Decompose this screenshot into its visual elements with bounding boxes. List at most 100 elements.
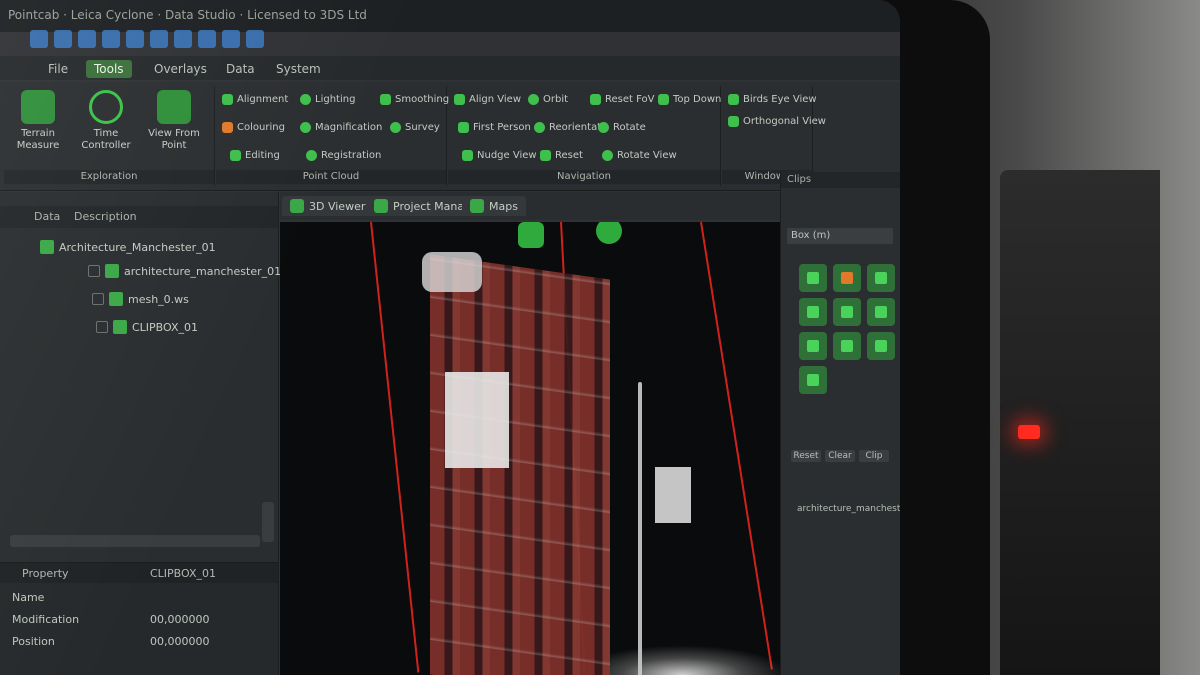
tab-tools[interactable]: Tools [86, 60, 132, 78]
property-name: Name [12, 591, 45, 604]
tree-item[interactable]: mesh_0.ws [92, 292, 189, 306]
pencil-icon [230, 150, 241, 161]
reorientate-button[interactable]: Reorientate [534, 122, 607, 133]
clip-tool-button[interactable] [799, 298, 827, 326]
cloud-icon[interactable] [198, 30, 216, 48]
rotate-button[interactable]: Rotate [598, 122, 646, 133]
tree-item-label: CLIPBOX_01 [132, 320, 199, 334]
alignment-button[interactable]: Alignment [222, 94, 288, 105]
tab-3d-viewer[interactable]: 3D Viewer [282, 196, 374, 216]
colouring-label: Colouring [237, 122, 285, 133]
export-icon[interactable] [174, 30, 192, 48]
orthogonal-view-button[interactable]: Orthogonal View [728, 116, 826, 127]
clip-tool-button[interactable] [867, 332, 895, 360]
clip-tool-button[interactable] [833, 298, 861, 326]
tab-file[interactable]: File [40, 60, 76, 78]
colouring-button[interactable]: Colouring [222, 122, 285, 133]
ribbon: Terrain Measure Time Controller View Fro… [0, 82, 900, 191]
point-cloud-sign [445, 372, 509, 468]
first-person-button[interactable]: First Person [458, 122, 531, 133]
reset-fov-button[interactable]: Reset FoV [590, 94, 654, 105]
undo-icon[interactable] [102, 30, 120, 48]
tree-item[interactable]: CLIPBOX_01 [96, 320, 198, 334]
property-value[interactable]: 00,000000 [150, 635, 210, 648]
registration-button[interactable]: Registration [306, 150, 381, 161]
visibility-checkbox[interactable] [92, 293, 104, 305]
property-value[interactable]: 00,000000 [150, 613, 210, 626]
survey-button[interactable]: Survey [390, 122, 440, 133]
smoothing-button[interactable]: Smoothing [380, 94, 449, 105]
clip-tool-button[interactable] [799, 264, 827, 292]
visibility-checkbox[interactable] [96, 321, 108, 333]
nudge-view-label: Nudge View [477, 150, 537, 161]
database-icon [374, 199, 388, 213]
time-controller-button[interactable]: Time Controller [76, 90, 136, 152]
clip-tool-grid [799, 264, 895, 394]
cube-icon [875, 272, 887, 284]
new-icon[interactable] [30, 30, 48, 48]
tab-overlays[interactable]: Overlays [146, 60, 215, 78]
redo-icon[interactable] [126, 30, 144, 48]
property-name: Modification [12, 613, 80, 626]
clip-tool-button[interactable] [833, 264, 861, 292]
align-view-button[interactable]: Align View [454, 94, 521, 105]
reset-button[interactable]: Reset [540, 150, 583, 161]
rotate-view-label: Rotate View [617, 150, 677, 161]
orthogonal-icon [728, 116, 739, 127]
window-title: Pointcab · Leica Cyclone · Data Studio ·… [8, 8, 367, 22]
leaf-icon [841, 340, 853, 352]
point-cloud-ground [610, 645, 780, 675]
terrain-icon [21, 90, 55, 124]
ribbon-group-exploration: Terrain Measure Time Controller View Fro… [4, 86, 215, 186]
horizontal-scrollbar[interactable] [10, 535, 260, 547]
rotate-view-button[interactable]: Rotate View [602, 150, 677, 161]
nudge-view-button[interactable]: Nudge View [462, 150, 537, 161]
orbit-label: Orbit [543, 94, 569, 105]
viewer-tabs: 3D Viewer Project Manager Maps [280, 192, 780, 220]
reset-label: Reset [555, 150, 583, 161]
time-controller-label: Time Controller [81, 128, 131, 151]
tree-header-data[interactable]: Data [34, 210, 60, 223]
open-icon[interactable] [54, 30, 72, 48]
import-icon[interactable] [150, 30, 168, 48]
tree-item[interactable]: Architecture_Manchester_01 [40, 240, 216, 254]
birds-eye-view-button[interactable]: Birds Eye View [728, 94, 817, 105]
tab-maps[interactable]: Maps [462, 196, 526, 216]
visibility-checkbox[interactable] [88, 265, 100, 277]
clip-tool-button[interactable] [799, 366, 827, 394]
clip-tools-panel: Clips Box (m) Reset Clear Clip architect… [780, 172, 900, 675]
tree-item[interactable]: architecture_manchester_01 [88, 264, 281, 278]
editing-button[interactable]: Editing [230, 150, 280, 161]
lighting-button[interactable]: Lighting [300, 94, 355, 105]
globe-icon[interactable] [596, 222, 622, 244]
layout-icon[interactable] [246, 30, 264, 48]
orbit-button[interactable]: Orbit [528, 94, 568, 105]
3d-viewport[interactable] [280, 222, 780, 675]
tab-system[interactable]: System [268, 60, 329, 78]
view-from-point-button[interactable]: View From Point [144, 90, 204, 152]
tab-data[interactable]: Data [218, 60, 263, 78]
magnification-button[interactable]: Magnification [300, 122, 382, 133]
clip-tool-button[interactable] [833, 332, 861, 360]
clip-clear-button[interactable]: Clear [825, 450, 855, 462]
terrain-measure-button[interactable]: Terrain Measure [8, 90, 68, 152]
align-view-label: Align View [469, 94, 521, 105]
clip-tool-button[interactable] [867, 264, 895, 292]
pointcloud-icon [105, 264, 119, 278]
clip-tool-button[interactable] [799, 332, 827, 360]
smoothing-label: Smoothing [395, 94, 450, 105]
vertical-scrollbar[interactable] [262, 502, 274, 542]
top-down-button[interactable]: Top Down [658, 94, 721, 105]
birds-eye-view-label: Birds Eye View [743, 94, 817, 105]
clip-apply-button[interactable]: Clip [859, 450, 889, 462]
clip-tool-button[interactable] [867, 298, 895, 326]
clip-type-select[interactable]: Box (m) [787, 228, 893, 244]
survey-icon [390, 122, 401, 133]
settings-icon[interactable] [222, 30, 240, 48]
save-icon[interactable] [78, 30, 96, 48]
database-icon[interactable] [518, 222, 544, 248]
clip-panel-header: Clips [781, 172, 900, 188]
tree-header-description[interactable]: Description [74, 210, 137, 223]
clip-type-value: Box (m) [791, 230, 831, 241]
clip-reset-button[interactable]: Reset [791, 450, 821, 462]
